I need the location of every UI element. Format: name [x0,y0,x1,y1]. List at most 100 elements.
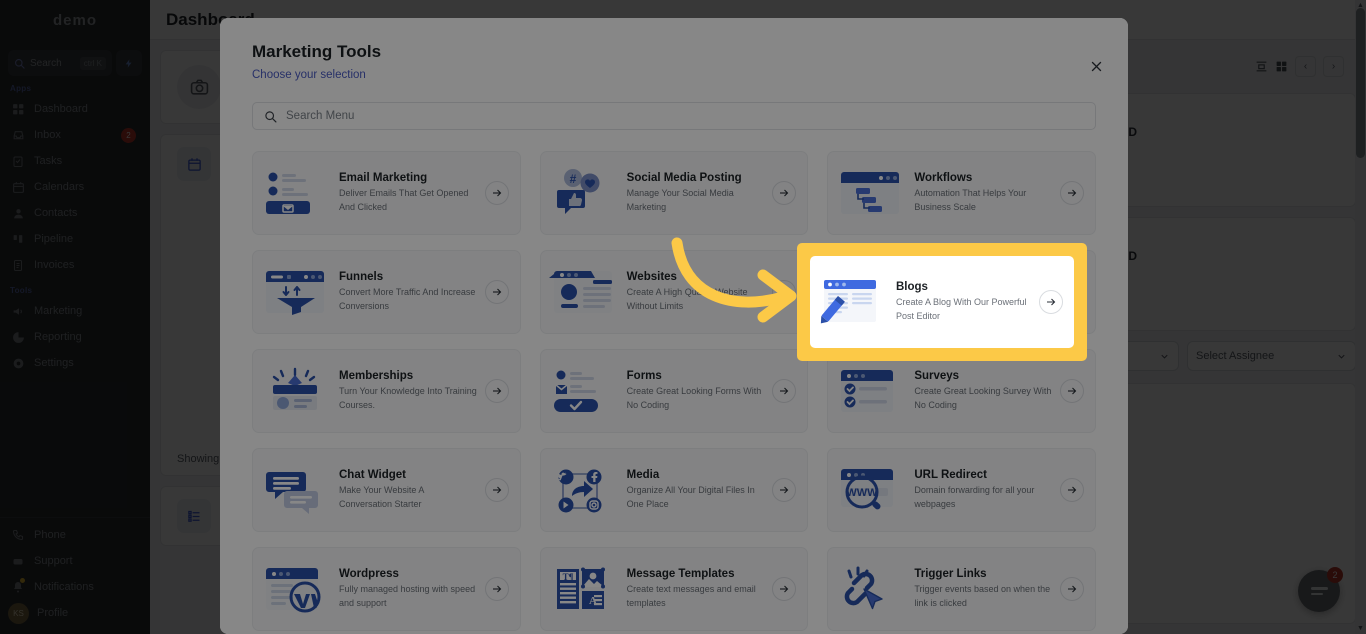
tool-title: Social Media Posting [626,172,742,185]
tool-card-text: Wordpress Fully managed hosting with spe… [339,568,479,609]
tool-description: Create Great Looking Survey With No Codi… [914,386,1052,410]
svg-text:WWW: WWW [847,487,879,499]
tool-card-text: Memberships Turn Your Knowledge Into Tra… [339,370,479,411]
tool-description: Convert More Traffic And Increase Conver… [339,287,476,311]
tool-title: Websites [626,271,677,284]
tool-card-memberships[interactable]: Memberships Turn Your Knowledge Into Tra… [252,349,521,433]
tool-card-wordpress[interactable]: Wordpress Fully managed hosting with spe… [252,547,521,631]
close-icon[interactable] [1086,56,1106,76]
funnel-icon [257,263,333,321]
tool-card-text: Social Media Posting Manage Your Social … [627,172,767,213]
tool-card-text: Funnels Convert More Traffic And Increas… [339,271,479,312]
tool-card-funnels[interactable]: Funnels Convert More Traffic And Increas… [252,250,521,334]
tool-card-text: URL Redirect Domain forwarding for all y… [914,469,1054,510]
search-menu-placeholder: Search Menu [286,110,355,122]
tool-card-text: Workflows Automation That Helps Your Bus… [914,172,1054,213]
tool-description: Create Great Looking Forms With No Codin… [626,386,762,410]
arrow-right-icon[interactable] [1059,379,1084,403]
tool-title: Surveys [914,370,960,383]
tool-title: Email Marketing [339,172,428,185]
email-marketing-icon [257,164,333,222]
tool-description: Create A High Quality Website Without Li… [626,287,748,311]
arrow-right-icon[interactable] [772,478,797,502]
blog-icon [814,273,890,331]
tool-description: Automation That Helps Your Business Scal… [914,188,1027,212]
tool-card-message-templates[interactable]: T¶ A Message Templates Create text messa… [539,547,809,631]
tool-title: Wordpress [339,568,399,581]
tool-card-social-media-posting[interactable]: # Social Media Posting Manage Your Socia… [539,151,809,235]
tool-card-forms[interactable]: Forms Create Great Looking Forms With No… [539,349,809,433]
tool-card-email-marketing[interactable]: Email Marketing Deliver Emails That Get … [252,151,521,235]
search-icon [265,110,277,123]
website-icon [545,263,621,321]
tool-card-blogs-highlighted[interactable]: Blogs Create A Blog With Our Powerful Po… [810,256,1074,348]
url-redirect-icon: WWW [832,461,908,519]
tool-title: Message Templates [626,568,735,581]
tools-grid: Email Marketing Deliver Emails That Get … [252,151,1096,631]
tool-description: Deliver Emails That Get Opened And Click… [339,188,469,212]
tool-card-media[interactable]: Media Organize All Your Digital Files In… [539,448,809,532]
arrow-right-icon[interactable] [484,280,509,304]
tool-description: Make Your Website A Conversation Starter [339,485,424,509]
media-icon [545,461,621,519]
tool-card-url-redirect[interactable]: WWW URL Redirect Domain forwarding for a… [827,448,1096,532]
tool-description: Trigger events based on when the link is… [914,584,1051,608]
social-media-icon: # [545,164,621,222]
arrow-right-icon[interactable] [772,577,797,601]
tool-title: Workflows [914,172,973,185]
tool-title: Blogs [896,281,928,294]
tool-description: Organize All Your Digital Files In One P… [626,485,755,509]
tool-title: Forms [626,370,662,383]
modal-subtitle: Choose your selection [252,69,366,81]
arrow-right-icon[interactable] [1039,290,1063,314]
tool-description: Manage Your Social Media Marketing [626,188,734,212]
arrow-right-icon[interactable] [1059,478,1084,502]
arrow-right-icon[interactable] [484,181,509,205]
chat-widget-icon [257,461,333,519]
tool-title: Chat Widget [339,469,406,482]
trigger-links-icon [832,560,908,618]
arrow-right-icon[interactable] [1059,181,1084,205]
tool-card-workflows[interactable]: Workflows Automation That Helps Your Bus… [827,151,1096,235]
tool-title: Funnels [339,271,384,284]
surveys-icon [832,362,908,420]
svg-text:T¶: T¶ [562,572,573,582]
search-menu-input[interactable]: Search Menu [252,102,1096,130]
tool-description: Create text messages and email templates [626,584,756,608]
tool-card-text: Media Organize All Your Digital Files In… [627,469,767,510]
memberships-icon [257,362,333,420]
svg-text:#: # [569,172,576,186]
arrow-right-icon[interactable] [484,379,509,403]
tool-card-text: Chat Widget Make Your Website A Conversa… [339,469,479,510]
arrow-right-icon[interactable] [772,280,797,304]
tool-title: URL Redirect [914,469,987,482]
tool-card-text: Email Marketing Deliver Emails That Get … [339,172,479,213]
tool-description: Domain forwarding for all your webpages [914,485,1035,509]
arrow-right-icon[interactable] [484,577,509,601]
wordpress-icon [257,560,333,618]
tool-card-text: Blogs Create A Blog With Our Powerful Po… [896,281,1033,322]
tool-card-surveys[interactable]: Surveys Create Great Looking Survey With… [827,349,1096,433]
tool-title: Media [626,469,660,482]
tool-card-trigger-links[interactable]: Trigger Links Trigger events based on wh… [827,547,1096,631]
tool-card-text: Trigger Links Trigger events based on wh… [914,568,1054,609]
tool-description: Create A Blog With Our Powerful Post Edi… [896,297,1027,321]
arrow-right-icon[interactable] [772,181,797,205]
arrow-right-icon[interactable] [772,379,797,403]
arrow-right-icon[interactable] [1059,577,1084,601]
modal-title: Marketing Tools [252,42,382,61]
tool-description: Fully managed hosting with speed and sup… [339,584,476,608]
tool-description: Turn Your Knowledge Into Training Course… [339,386,477,410]
tool-card-text: Message Templates Create text messages a… [627,568,767,609]
tool-card-text: Websites Create A High Quality Website W… [627,271,767,312]
tool-card-chat-widget[interactable]: Chat Widget Make Your Website A Conversa… [252,448,521,532]
message-templates-icon: T¶ A [545,560,621,618]
arrow-right-icon[interactable] [484,478,509,502]
tool-card-text: Surveys Create Great Looking Survey With… [914,370,1054,411]
forms-icon [545,362,621,420]
tool-title: Memberships [339,370,414,383]
tool-card-websites[interactable]: Websites Create A High Quality Website W… [539,250,809,334]
workflows-icon [832,164,908,222]
tool-card-text: Forms Create Great Looking Forms With No… [627,370,767,411]
tool-title: Trigger Links [914,568,987,581]
